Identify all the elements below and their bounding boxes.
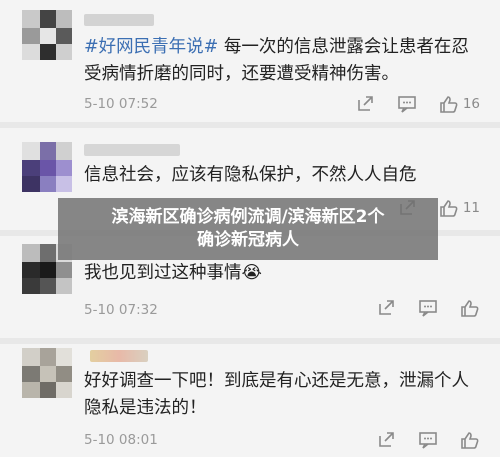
like-button[interactable]: [460, 430, 480, 450]
avatar[interactable]: [22, 348, 72, 398]
username-blurred[interactable]: [90, 350, 148, 362]
timestamp: 5-10 08:01: [84, 432, 158, 448]
comment-card: 好好调查一下吧！到底是有心还是无意，泄漏个人隐私是违法的！ 5-10 08:01: [0, 344, 500, 457]
comment-button[interactable]: [418, 430, 438, 450]
like-button[interactable]: 16: [439, 94, 480, 114]
comment-body: 我也见到过这种事情: [84, 263, 242, 283]
like-count: 11: [462, 200, 480, 216]
comment-body: 信息社会，应该有隐私保护，不然人人自危: [84, 165, 417, 185]
timestamp: 5-10 07:32: [84, 302, 158, 318]
action-bar: [354, 298, 480, 318]
action-bar: 16: [333, 94, 480, 114]
headline-line-1: 滨海新区确诊病例流调/滨海新区2个: [111, 207, 385, 227]
comment-body: 好好调查一下吧！到底是有心还是无意，泄漏个人隐私是违法的！: [84, 371, 469, 418]
like-button[interactable]: [460, 298, 480, 318]
headline-line-2: 确诊新冠病人: [197, 230, 299, 250]
like-icon: [440, 200, 458, 217]
avatar[interactable]: [22, 142, 72, 192]
avatar[interactable]: [22, 10, 72, 60]
like-icon: [461, 432, 479, 449]
crying-emoji-icon: 😭: [241, 263, 262, 283]
like-icon: [440, 96, 458, 113]
comment-button[interactable]: [397, 94, 417, 114]
like-count: 16: [462, 96, 480, 112]
action-bar: [354, 430, 480, 450]
share-icon: [358, 96, 373, 111]
comment-card: #好网民青年说# 每一次的信息泄露会让患者在忍受病情折磨的同时，还要遭受精神伤害…: [0, 0, 500, 122]
share-icon: [379, 300, 394, 315]
like-button[interactable]: 11: [439, 198, 480, 218]
share-button[interactable]: [376, 430, 396, 450]
like-icon: [461, 300, 479, 317]
comment-text: #好网民青年说# 每一次的信息泄露会让患者在忍受病情折磨的同时，还要遭受精神伤害…: [84, 34, 480, 88]
share-icon: [379, 432, 394, 447]
comment-icon: [419, 300, 437, 317]
comment-icon: [419, 432, 437, 449]
headline-banner[interactable]: 滨海新区确诊病例流调/滨海新区2个 确诊新冠病人: [58, 198, 438, 260]
username-blurred[interactable]: [84, 144, 180, 156]
share-button[interactable]: [355, 94, 375, 114]
username-blurred[interactable]: [84, 14, 154, 26]
timestamp: 5-10 07:52: [84, 96, 158, 112]
comment-text: 信息社会，应该有隐私保护，不然人人自危: [84, 162, 480, 189]
hashtag-link[interactable]: #好网民青年说#: [84, 37, 218, 57]
comment-icon: [398, 96, 416, 113]
comment-button[interactable]: [418, 298, 438, 318]
share-button[interactable]: [376, 298, 396, 318]
comment-text: 好好调查一下吧！到底是有心还是无意，泄漏个人隐私是违法的！: [84, 368, 480, 422]
comment-text: 我也见到过这种事情😭: [84, 260, 480, 287]
